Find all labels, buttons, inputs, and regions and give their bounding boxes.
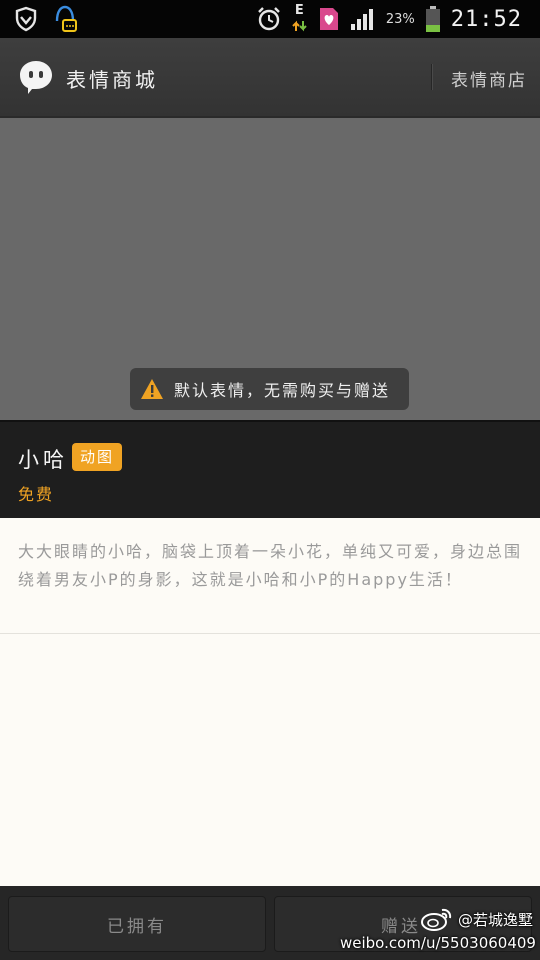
default-sticker-notice: 默认表情，无需购买与赠送 (130, 368, 409, 410)
sim-card-icon (319, 8, 338, 30)
title-divider (431, 64, 433, 90)
status-bar: E 23% 21:52 (0, 0, 540, 38)
vpn-shield-icon (15, 6, 37, 32)
title-bar: 表情商城 表情商店 (0, 38, 540, 118)
sticker-preview-area: 默认表情，无需购买与赠送 (0, 118, 540, 420)
weibo-icon (421, 908, 452, 931)
notification-app-icon (55, 5, 77, 32)
pack-name: 小哈 (18, 448, 68, 472)
page-title: 表情商城 (66, 68, 158, 92)
shop-link[interactable]: 表情商店 (451, 66, 527, 91)
warning-icon (141, 379, 163, 399)
signal-icon (350, 9, 373, 30)
clock: 21:52 (450, 6, 522, 32)
animated-badge: 动图 (72, 443, 123, 471)
alarm-icon (258, 7, 280, 31)
data-transfer-icon: E (292, 3, 308, 33)
watermark-handle: @若城逸墅 (420, 906, 533, 932)
battery-percent: 23% (385, 11, 415, 27)
owned-button[interactable]: 已拥有 (8, 896, 266, 952)
chat-bubble-icon[interactable] (18, 59, 54, 95)
watermark-url: weibo.com/u/5503060409 (340, 934, 536, 952)
watermark-handle-text: @若城逸墅 (458, 910, 534, 929)
pack-description: 大大眼睛的小哈，脑袋上顶着一朵小花，单纯又可爱，身边总围绕着男友小P的身影，这就… (18, 542, 523, 589)
price-label: 免费 (18, 485, 55, 504)
pack-info: 小哈 动图 免费 (0, 420, 540, 518)
battery-icon (425, 6, 440, 32)
description-panel: 大大眼睛的小哈，脑袋上顶着一朵小花，单纯又可爱，身边总围绕着男友小P的身影，这就… (0, 518, 540, 886)
notice-text: 默认表情，无需购买与赠送 (174, 381, 391, 400)
divider (0, 633, 540, 634)
